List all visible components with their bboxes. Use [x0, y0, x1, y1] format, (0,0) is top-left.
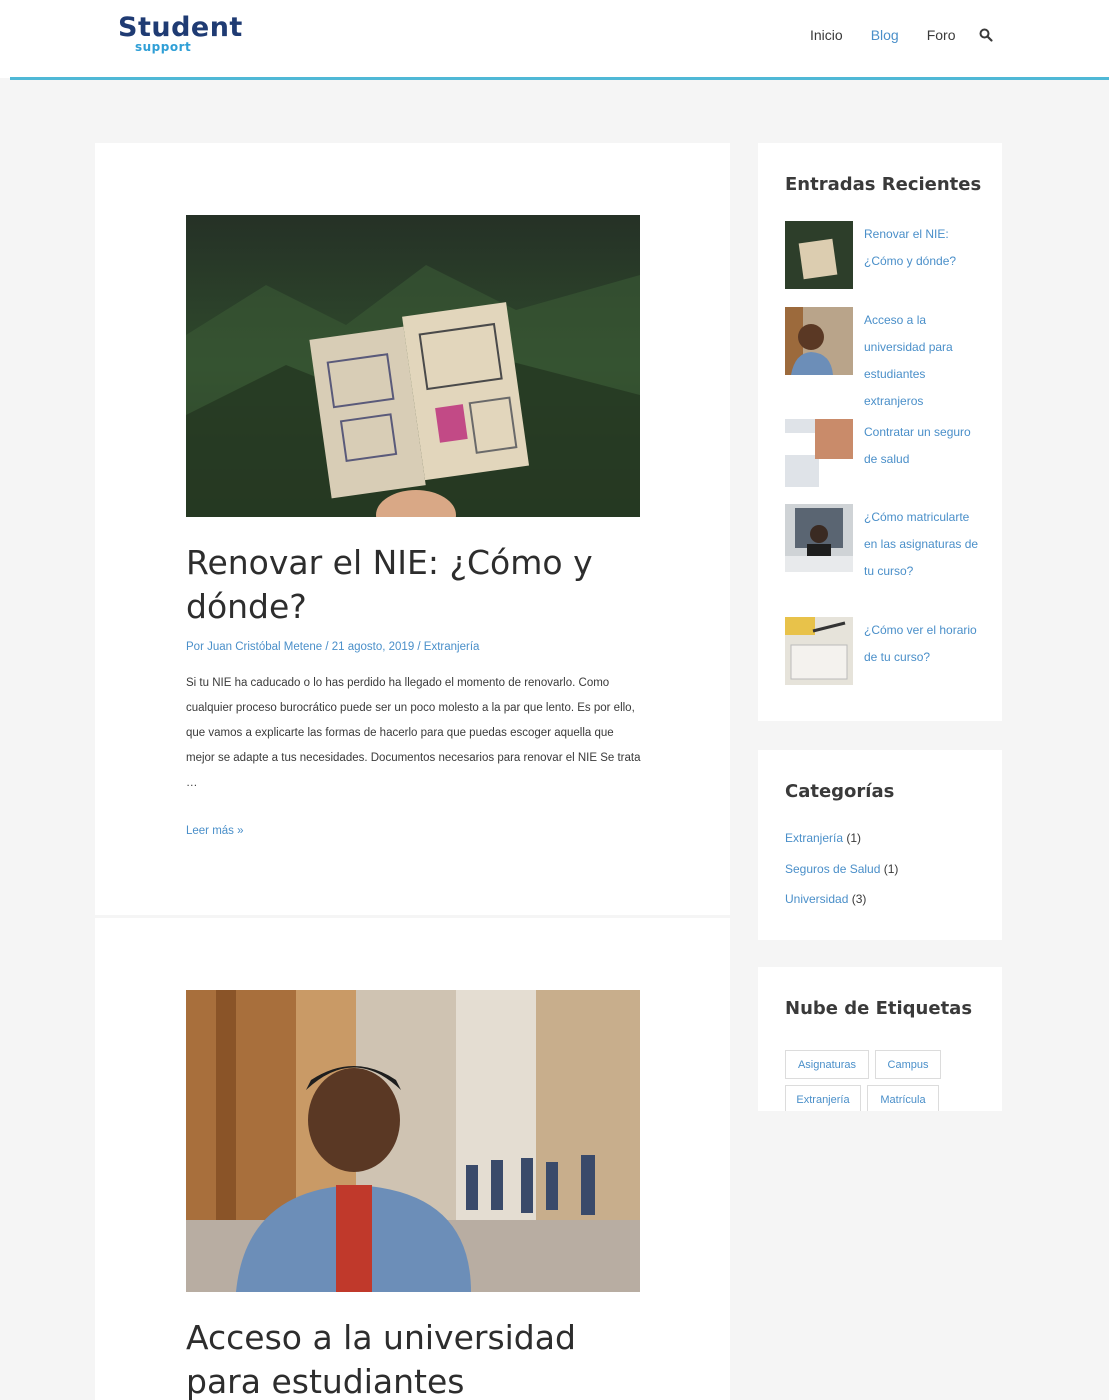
tag-link[interactable]: Matrícula: [867, 1085, 939, 1111]
nav-item-blog[interactable]: Blog: [871, 27, 899, 43]
recent-post-link[interactable]: Renovar el NIE: ¿Cómo y dónde?: [864, 221, 984, 275]
category-link[interactable]: Universidad: [785, 892, 848, 906]
logo-subtitle: support: [135, 40, 192, 54]
recent-post-thumbnail[interactable]: [785, 419, 853, 487]
category-item: Seguros de Salud (1): [785, 862, 898, 876]
header-divider: [10, 77, 1109, 80]
category-link[interactable]: Extranjería: [785, 831, 843, 845]
post-card: Renovar el NIE: ¿Cómo y dónde? Por Juan …: [95, 143, 730, 915]
main-nav: Inicio Blog Foro: [810, 24, 994, 46]
category-item: Universidad (3): [785, 892, 866, 906]
recent-post-thumbnail[interactable]: [785, 221, 853, 289]
tag-link[interactable]: Asignaturas: [785, 1050, 869, 1079]
recent-post-link[interactable]: Contratar un seguro de salud: [864, 419, 984, 473]
nav-item-inicio[interactable]: Inicio: [810, 27, 843, 43]
post-excerpt: Si tu NIE ha caducado o lo has perdido h…: [186, 677, 641, 789]
nav-item-foro[interactable]: Foro: [927, 27, 956, 43]
search-icon[interactable]: [978, 27, 994, 43]
widget-title: Nube de Etiquetas: [785, 998, 973, 1019]
logo-wordmark: Student: [118, 12, 243, 43]
post-title[interactable]: Acceso a la universidad para estudiantes…: [186, 1316, 656, 1400]
category-item: Extranjería (1): [785, 831, 861, 845]
category-count: (1): [883, 862, 899, 876]
site-logo[interactable]: Student support: [118, 12, 248, 58]
recent-post-link[interactable]: ¿Cómo matricularte en las asignaturas de…: [864, 504, 984, 585]
widget-recent-posts: Entradas Recientes Renovar el NIE: ¿Cómo…: [758, 143, 1002, 721]
site-header: Student support Inicio Blog Foro: [0, 0, 1109, 78]
widget-title: Categorías: [785, 781, 895, 802]
recent-post-thumbnail[interactable]: [785, 307, 853, 375]
widget-categories: Categorías Extranjería (1) Seguros de Sa…: [758, 750, 1002, 940]
post-meta[interactable]: Por Juan Cristóbal Metene / 21 agosto, 2…: [186, 641, 479, 653]
post-card: Acceso a la universidad para estudiantes…: [95, 918, 730, 1400]
post-featured-image[interactable]: [186, 215, 640, 517]
widget-tag-cloud: Nube de Etiquetas Asignaturas Campus Ext…: [758, 967, 1002, 1111]
tag-link[interactable]: Campus: [875, 1050, 941, 1079]
category-count: (3): [851, 892, 867, 906]
post-title[interactable]: Renovar el NIE: ¿Cómo y dónde?: [186, 541, 656, 629]
recent-post-thumbnail[interactable]: [785, 617, 853, 685]
widget-title: Entradas Recientes: [785, 174, 982, 195]
recent-post-thumbnail[interactable]: [785, 504, 853, 572]
category-link[interactable]: Seguros de Salud: [785, 862, 880, 876]
tag-link[interactable]: Extranjería: [785, 1085, 861, 1111]
category-count: (1): [846, 831, 862, 845]
recent-post-link[interactable]: Acceso a la universidad para estudiantes…: [864, 307, 984, 415]
post-featured-image[interactable]: [186, 990, 640, 1292]
read-more-link[interactable]: Leer más »: [186, 825, 244, 837]
recent-post-link[interactable]: ¿Cómo ver el horario de tu curso?: [864, 617, 984, 671]
